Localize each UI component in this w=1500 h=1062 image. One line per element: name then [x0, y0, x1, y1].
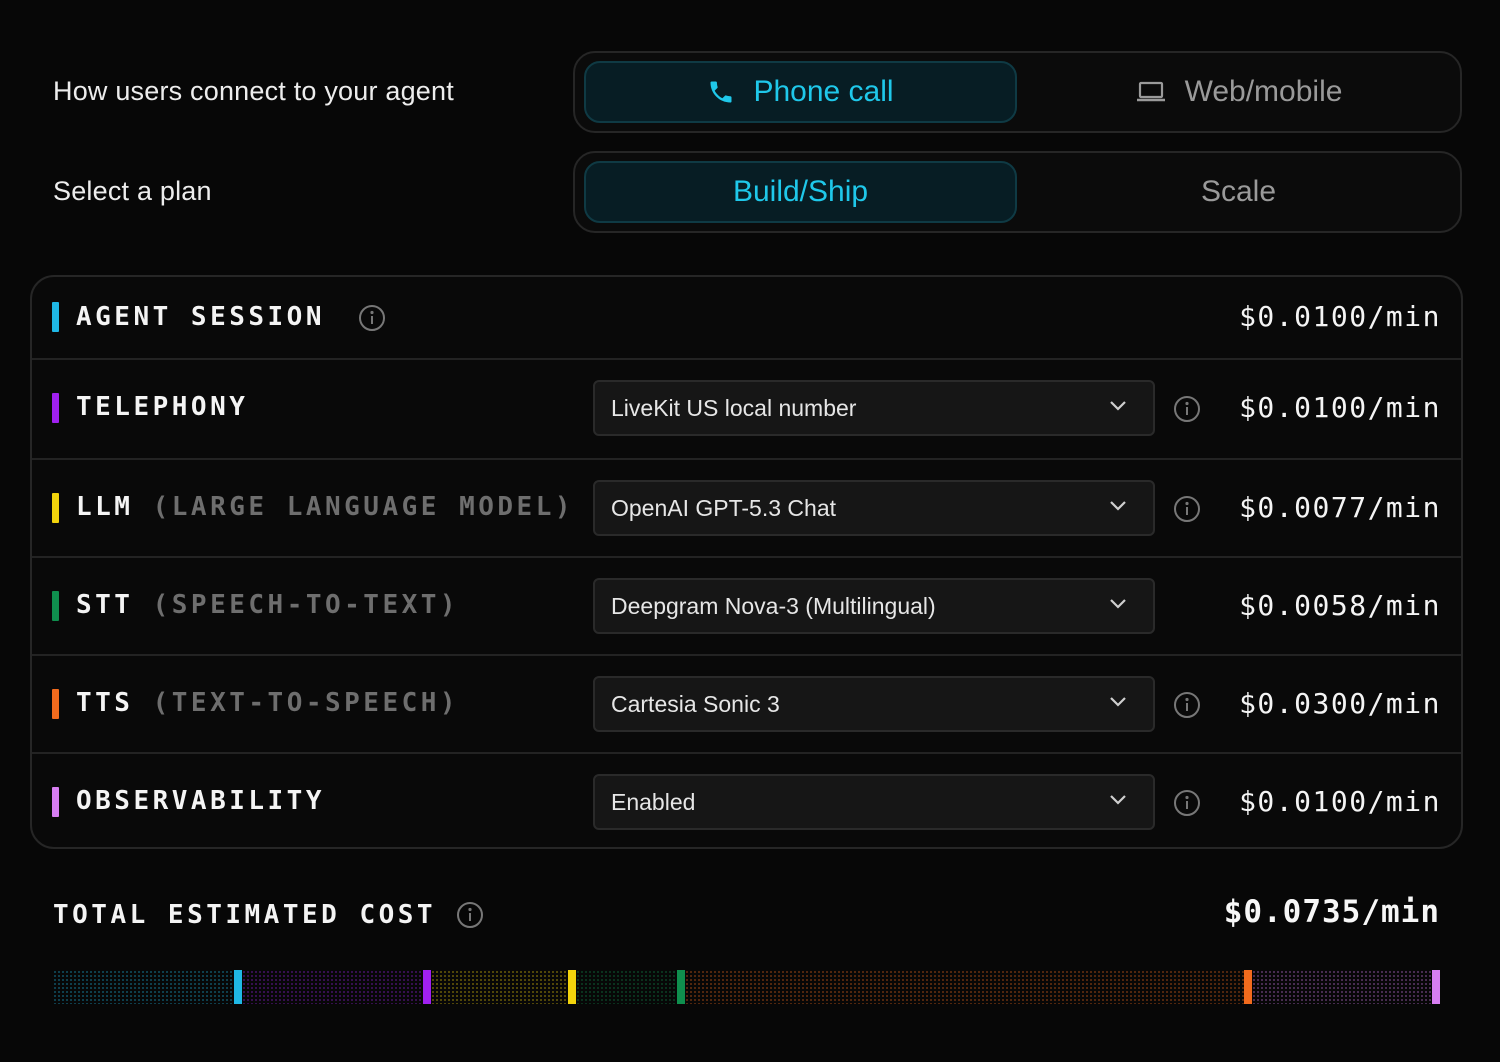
accent-bar: [52, 302, 59, 332]
telephony-select[interactable]: LiveKit US local number: [593, 380, 1155, 436]
accent-bar: [52, 689, 59, 719]
chevron-down-icon: [1109, 500, 1127, 512]
stt-subtitle: (SPEECH-TO-TEXT): [152, 590, 460, 620]
accent-bar: [52, 493, 59, 523]
cost-bar-segment: [241, 970, 431, 1004]
observability-select-value: Enabled: [611, 788, 696, 815]
connect-label: How users connect to your agent: [53, 76, 454, 106]
cost-bar-segment: [430, 970, 576, 1004]
scale-label: Scale: [1200, 175, 1277, 208]
phone-call-label: Phone call: [753, 75, 894, 108]
cost-row-agent-session: AGENT SESSION $0.0100/min: [32, 277, 1461, 358]
cost-bar-segment: [53, 970, 242, 1004]
accent-bar: [52, 393, 59, 423]
accent-bar: [52, 787, 59, 817]
telephony-price: $0.0100/min: [1239, 391, 1441, 424]
llm-label: LLM (LARGE LANGUAGE MODEL): [76, 492, 574, 522]
observability-select[interactable]: Enabled: [593, 774, 1155, 830]
tts-select[interactable]: Cartesia Sonic 3: [593, 676, 1155, 732]
info-icon[interactable]: [1173, 395, 1201, 423]
phone-icon: [707, 78, 735, 106]
total-cost-title: TOTAL ESTIMATED COST: [53, 900, 437, 930]
stt-title: STT: [76, 590, 134, 620]
llm-subtitle: (LARGE LANGUAGE MODEL): [152, 492, 574, 522]
cost-row-stt: STT (SPEECH-TO-TEXT) Deepgram Nova-3 (Mu…: [32, 556, 1461, 654]
plan-label: Select a plan: [53, 176, 212, 206]
scale-option[interactable]: Scale: [1022, 161, 1455, 223]
accent-bar: [52, 591, 59, 621]
agent-session-label: AGENT SESSION: [76, 302, 386, 332]
cost-bar-marker: [677, 970, 686, 1004]
cost-breakdown-bar: [53, 970, 1441, 1004]
plan-toggle: Build/Ship Scale: [573, 151, 1462, 233]
info-icon[interactable]: [456, 901, 484, 929]
llm-select[interactable]: OpenAI GPT-5.3 Chat: [593, 480, 1155, 536]
cost-bar-marker: [1432, 970, 1440, 1004]
tts-select-value: Cartesia Sonic 3: [611, 690, 780, 717]
cost-bar-marker: [1243, 970, 1252, 1004]
tts-subtitle: (TEXT-TO-SPEECH): [152, 688, 460, 718]
observability-price: $0.0100/min: [1239, 785, 1441, 818]
cost-bar-marker: [233, 970, 242, 1004]
llm-select-value: OpenAI GPT-5.3 Chat: [611, 494, 837, 521]
info-icon[interactable]: [1173, 691, 1201, 719]
cost-row-tts: TTS (TEXT-TO-SPEECH) Cartesia Sonic 3 $0…: [32, 654, 1461, 752]
chevron-down-icon: [1109, 400, 1127, 412]
agent-session-price: $0.0100/min: [1239, 300, 1441, 333]
web-mobile-option[interactable]: Web/mobile: [1022, 61, 1455, 123]
info-icon[interactable]: [1173, 495, 1201, 523]
total-cost-value: $0.0735/min: [1223, 894, 1440, 930]
cost-bar-marker: [422, 970, 431, 1004]
chevron-down-icon: [1109, 598, 1127, 610]
build-ship-label: Build/Ship: [732, 175, 869, 208]
cost-row-llm: LLM (LARGE LANGUAGE MODEL) OpenAI GPT-5.…: [32, 458, 1461, 556]
observability-label: OBSERVABILITY: [76, 786, 325, 816]
chevron-down-icon: [1109, 696, 1127, 708]
connect-toggle: Phone call Web/mobile: [573, 51, 1462, 133]
chevron-down-icon: [1109, 794, 1127, 806]
llm-price: $0.0077/min: [1239, 491, 1441, 524]
tts-label: TTS (TEXT-TO-SPEECH): [76, 688, 459, 718]
telephony-select-value: LiveKit US local number: [611, 394, 857, 421]
agent-session-title: AGENT SESSION: [76, 302, 325, 332]
stt-price: $0.0058/min: [1239, 589, 1441, 622]
web-mobile-label: Web/mobile: [1184, 75, 1343, 108]
total-cost-label: TOTAL ESTIMATED COST: [53, 900, 484, 930]
cost-bar-marker: [567, 970, 576, 1004]
info-icon[interactable]: [358, 304, 386, 332]
llm-title: LLM: [76, 492, 134, 522]
tts-title: TTS: [76, 688, 134, 718]
cost-row-telephony: TELEPHONY LiveKit US local number $0.010…: [32, 358, 1461, 458]
stt-select[interactable]: Deepgram Nova-3 (Multilingual): [593, 578, 1155, 634]
tts-price: $0.0300/min: [1239, 687, 1441, 720]
cost-bar-segment: [1251, 970, 1441, 1004]
cost-bar-segment: [575, 970, 686, 1004]
telephony-label: TELEPHONY: [76, 392, 249, 422]
cost-bar-segment: [685, 970, 1252, 1004]
cost-breakdown-card: AGENT SESSION $0.0100/min TELEPHONY Live…: [30, 275, 1463, 849]
laptop-icon: [1135, 79, 1167, 105]
info-icon[interactable]: [1173, 789, 1201, 817]
phone-call-option[interactable]: Phone call: [584, 61, 1017, 123]
stt-label: STT (SPEECH-TO-TEXT): [76, 590, 459, 620]
build-ship-option[interactable]: Build/Ship: [584, 161, 1017, 223]
cost-row-observability: OBSERVABILITY Enabled $0.0100/min: [32, 752, 1461, 847]
stt-select-value: Deepgram Nova-3 (Multilingual): [611, 592, 936, 619]
